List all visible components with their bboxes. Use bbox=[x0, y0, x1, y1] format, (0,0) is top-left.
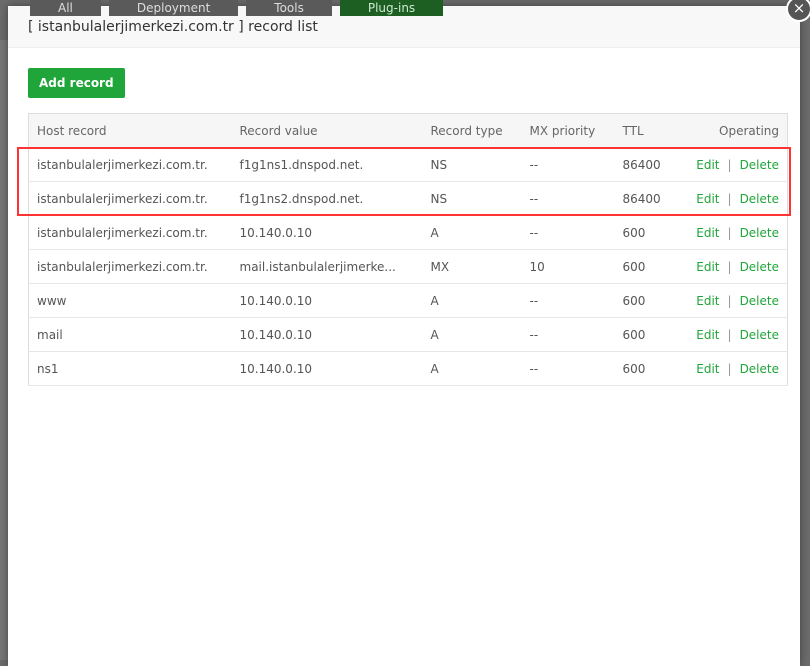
mx-cell: -- bbox=[521, 147, 615, 182]
type-cell: NS bbox=[422, 147, 522, 182]
bg-tab-all: All bbox=[30, 0, 101, 16]
type-cell: MX bbox=[422, 249, 522, 284]
type-cell: NS bbox=[422, 181, 522, 216]
delete-link[interactable]: Delete bbox=[740, 328, 779, 342]
edit-link[interactable]: Edit bbox=[696, 226, 719, 240]
mx-cell: -- bbox=[521, 283, 615, 318]
operating-cell: Edit | Delete bbox=[684, 317, 788, 352]
value-cell: 10.140.0.10 bbox=[231, 283, 423, 318]
mx-cell: -- bbox=[521, 215, 615, 250]
bg-tab-plugins: Plug-ins bbox=[339, 0, 444, 16]
host-cell: istanbulalerjimerkezi.com.tr. bbox=[28, 181, 232, 216]
ttl-cell: 600 bbox=[614, 249, 685, 284]
mx-cell: 10 bbox=[521, 249, 615, 284]
separator: | bbox=[727, 327, 732, 342]
value-cell: f1g1ns1.dnspod.net. bbox=[231, 147, 423, 182]
value-cell: 10.140.0.10 bbox=[231, 351, 423, 386]
col-type: Record type bbox=[422, 113, 522, 148]
value-cell: 10.140.0.10 bbox=[231, 317, 423, 352]
bg-tab-deployment: Deployment bbox=[108, 0, 239, 16]
delete-link[interactable]: Delete bbox=[740, 362, 779, 376]
background-tabs: All Deployment Tools Plug-ins bbox=[30, 0, 444, 16]
ttl-cell: 86400 bbox=[614, 147, 685, 182]
operating-cell: Edit | Delete bbox=[684, 249, 788, 284]
value-cell: mail.istanbulalerjimerke... bbox=[231, 249, 423, 284]
separator: | bbox=[727, 259, 732, 274]
ttl-cell: 600 bbox=[614, 215, 685, 250]
host-cell: istanbulalerjimerkezi.com.tr. bbox=[28, 249, 232, 284]
table-row: istanbulalerjimerkezi.com.tr. f1g1ns2.dns… bbox=[28, 181, 788, 216]
separator: | bbox=[727, 191, 732, 206]
col-ttl: TTL bbox=[614, 113, 685, 148]
table-row: istanbulalerjimerkezi.com.tr. mail.istanb… bbox=[28, 249, 788, 284]
close-icon[interactable]: × bbox=[786, 0, 810, 22]
delete-link[interactable]: Delete bbox=[740, 260, 779, 274]
separator: | bbox=[727, 293, 732, 308]
mx-cell: -- bbox=[521, 351, 615, 386]
delete-link[interactable]: Delete bbox=[740, 226, 779, 240]
mx-cell: -- bbox=[521, 317, 615, 352]
operating-cell: Edit | Delete bbox=[684, 351, 788, 386]
edit-link[interactable]: Edit bbox=[696, 260, 719, 274]
edit-link[interactable]: Edit bbox=[696, 362, 719, 376]
separator: | bbox=[727, 361, 732, 376]
delete-link[interactable]: Delete bbox=[740, 294, 779, 308]
table-row: mail 10.140.0.10 A -- 600 Edit | Delete bbox=[28, 317, 788, 352]
separator: | bbox=[727, 157, 732, 172]
background-sidebar bbox=[0, 40, 8, 660]
ttl-cell: 600 bbox=[614, 317, 685, 352]
table-row: ns1 10.140.0.10 A -- 600 Edit | Delete bbox=[28, 351, 788, 386]
edit-link[interactable]: Edit bbox=[696, 294, 719, 308]
operating-cell: Edit | Delete bbox=[684, 283, 788, 318]
edit-link[interactable]: Edit bbox=[696, 158, 719, 172]
table-row: istanbulalerjimerkezi.com.tr. 10.140.0.10… bbox=[28, 215, 788, 250]
separator: | bbox=[727, 225, 732, 240]
ttl-cell: 600 bbox=[614, 351, 685, 386]
table-row: istanbulalerjimerkezi.com.tr. f1g1ns1.dns… bbox=[28, 147, 788, 182]
host-cell: www bbox=[28, 283, 232, 318]
record-list-modal: [ istanbulalerjimerkezi.com.tr ] record … bbox=[8, 0, 810, 666]
operating-cell: Edit | Delete bbox=[684, 215, 788, 250]
value-cell: f1g1ns2.dnspod.net. bbox=[231, 181, 423, 216]
col-operating: Operating bbox=[684, 113, 788, 148]
col-host: Host record bbox=[28, 113, 232, 148]
host-cell: ns1 bbox=[28, 351, 232, 386]
col-value: Record value bbox=[231, 113, 423, 148]
col-mx: MX priority bbox=[521, 113, 615, 148]
delete-link[interactable]: Delete bbox=[740, 158, 779, 172]
edit-link[interactable]: Edit bbox=[696, 328, 719, 342]
bg-tab-tools: Tools bbox=[246, 0, 332, 16]
record-table: Host record Record value Record type MX … bbox=[28, 113, 788, 386]
mx-cell: -- bbox=[521, 181, 615, 216]
type-cell: A bbox=[422, 317, 522, 352]
ttl-cell: 86400 bbox=[614, 181, 685, 216]
add-record-button[interactable]: Add record bbox=[28, 68, 125, 98]
table-row: www 10.140.0.10 A -- 600 Edit | Delete bbox=[28, 283, 788, 318]
edit-link[interactable]: Edit bbox=[696, 192, 719, 206]
type-cell: A bbox=[422, 215, 522, 250]
type-cell: A bbox=[422, 283, 522, 318]
value-cell: 10.140.0.10 bbox=[231, 215, 423, 250]
delete-link[interactable]: Delete bbox=[740, 192, 779, 206]
host-cell: istanbulalerjimerkezi.com.tr. bbox=[28, 147, 232, 182]
operating-cell: Edit | Delete bbox=[684, 181, 788, 216]
ttl-cell: 600 bbox=[614, 283, 685, 318]
type-cell: A bbox=[422, 351, 522, 386]
operating-cell: Edit | Delete bbox=[684, 147, 788, 182]
host-cell: istanbulalerjimerkezi.com.tr. bbox=[28, 215, 232, 250]
host-cell: mail bbox=[28, 317, 232, 352]
